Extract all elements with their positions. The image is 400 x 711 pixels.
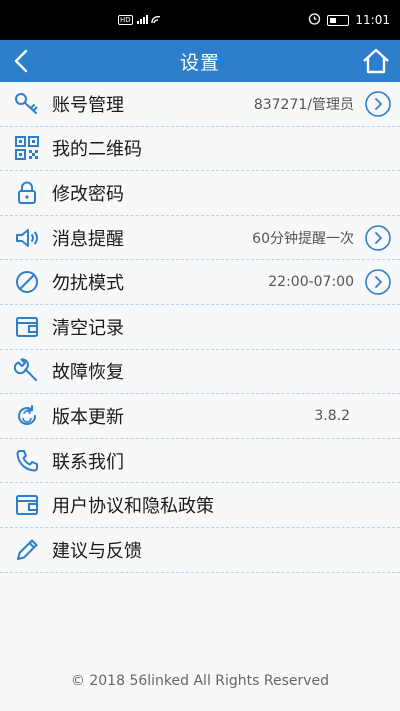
- qr-code-icon: [14, 135, 40, 161]
- signal-icon: [136, 13, 163, 28]
- settings-row-value: 3.8.2: [314, 407, 350, 424]
- settings-row-label: 版本更新: [52, 406, 124, 428]
- settings-row-label: 账号管理: [52, 94, 124, 116]
- hd-badge: HD: [118, 15, 133, 25]
- no-disturb-icon: [14, 269, 40, 295]
- page-title: 设置: [179, 51, 220, 74]
- settings-row-label: 建议与反馈: [52, 540, 142, 562]
- settings-row[interactable]: 我的二维码: [0, 127, 400, 172]
- settings-row[interactable]: 用户协议和隐私政策: [0, 483, 400, 528]
- back-button[interactable]: [6, 46, 36, 76]
- settings-row[interactable]: 修改密码: [0, 171, 400, 216]
- phone-icon: [14, 448, 40, 474]
- wrench-icon: [14, 358, 40, 384]
- settings-row-value: 22:00-07:00: [268, 274, 354, 291]
- chevron-left-icon: [14, 49, 28, 73]
- settings-row[interactable]: 账号管理 837271/管理员: [0, 82, 400, 127]
- status-left: HD: [0, 13, 163, 28]
- settings-row[interactable]: 清空记录: [0, 305, 400, 350]
- settings-row[interactable]: 故障恢复: [0, 350, 400, 395]
- chevron-right-circle-icon[interactable]: [364, 224, 392, 252]
- status-time: 11:01: [355, 13, 390, 27]
- settings-row-value: 60分钟提醒一次: [252, 230, 354, 247]
- top-nav-bar: 设置: [0, 40, 400, 82]
- settings-row-label: 勿扰模式: [52, 273, 124, 295]
- key-icon: [14, 91, 40, 117]
- settings-row[interactable]: 消息提醒 60分钟提醒一次: [0, 216, 400, 261]
- footer-copyright: © 2018 56linked All Rights Reserved: [70, 673, 330, 689]
- pencil-icon: [14, 537, 40, 563]
- settings-row[interactable]: 勿扰模式 22:00-07:00: [0, 260, 400, 305]
- settings-row[interactable]: 联系我们: [0, 439, 400, 484]
- status-right: 11:01: [308, 12, 400, 28]
- settings-row-value: 837271/管理员: [253, 96, 354, 113]
- settings-list: 账号管理 837271/管理员我的二维码修改密码消息提醒 60分钟提醒一次勿扰模式 2…: [0, 82, 400, 573]
- settings-row-label: 消息提醒: [52, 228, 124, 250]
- chevron-right-circle-icon[interactable]: [364, 90, 392, 118]
- settings-row-label: 用户协议和隐私政策: [52, 496, 214, 518]
- settings-row-label: 我的二维码: [52, 139, 142, 161]
- settings-row[interactable]: 建议与反馈: [0, 528, 400, 573]
- status-bar: HD 11:01: [0, 0, 400, 40]
- settings-row-label: 故障恢复: [52, 362, 124, 384]
- speaker-icon: [14, 225, 40, 251]
- wallet-icon: [14, 314, 40, 340]
- settings-row-label: 联系我们: [52, 451, 124, 473]
- alarm-icon: [308, 12, 321, 28]
- battery-icon: [327, 14, 350, 26]
- home-button[interactable]: [360, 45, 392, 77]
- settings-row-label: 清空记录: [52, 317, 124, 339]
- settings-row-label: 修改密码: [52, 183, 124, 205]
- home-icon: [363, 48, 389, 74]
- wallet-icon: [14, 492, 40, 518]
- settings-row[interactable]: 版本更新 3.8.2: [0, 394, 400, 439]
- update-icon: [14, 403, 40, 429]
- chevron-right-circle-icon[interactable]: [364, 268, 392, 296]
- lock-icon: [14, 180, 40, 206]
